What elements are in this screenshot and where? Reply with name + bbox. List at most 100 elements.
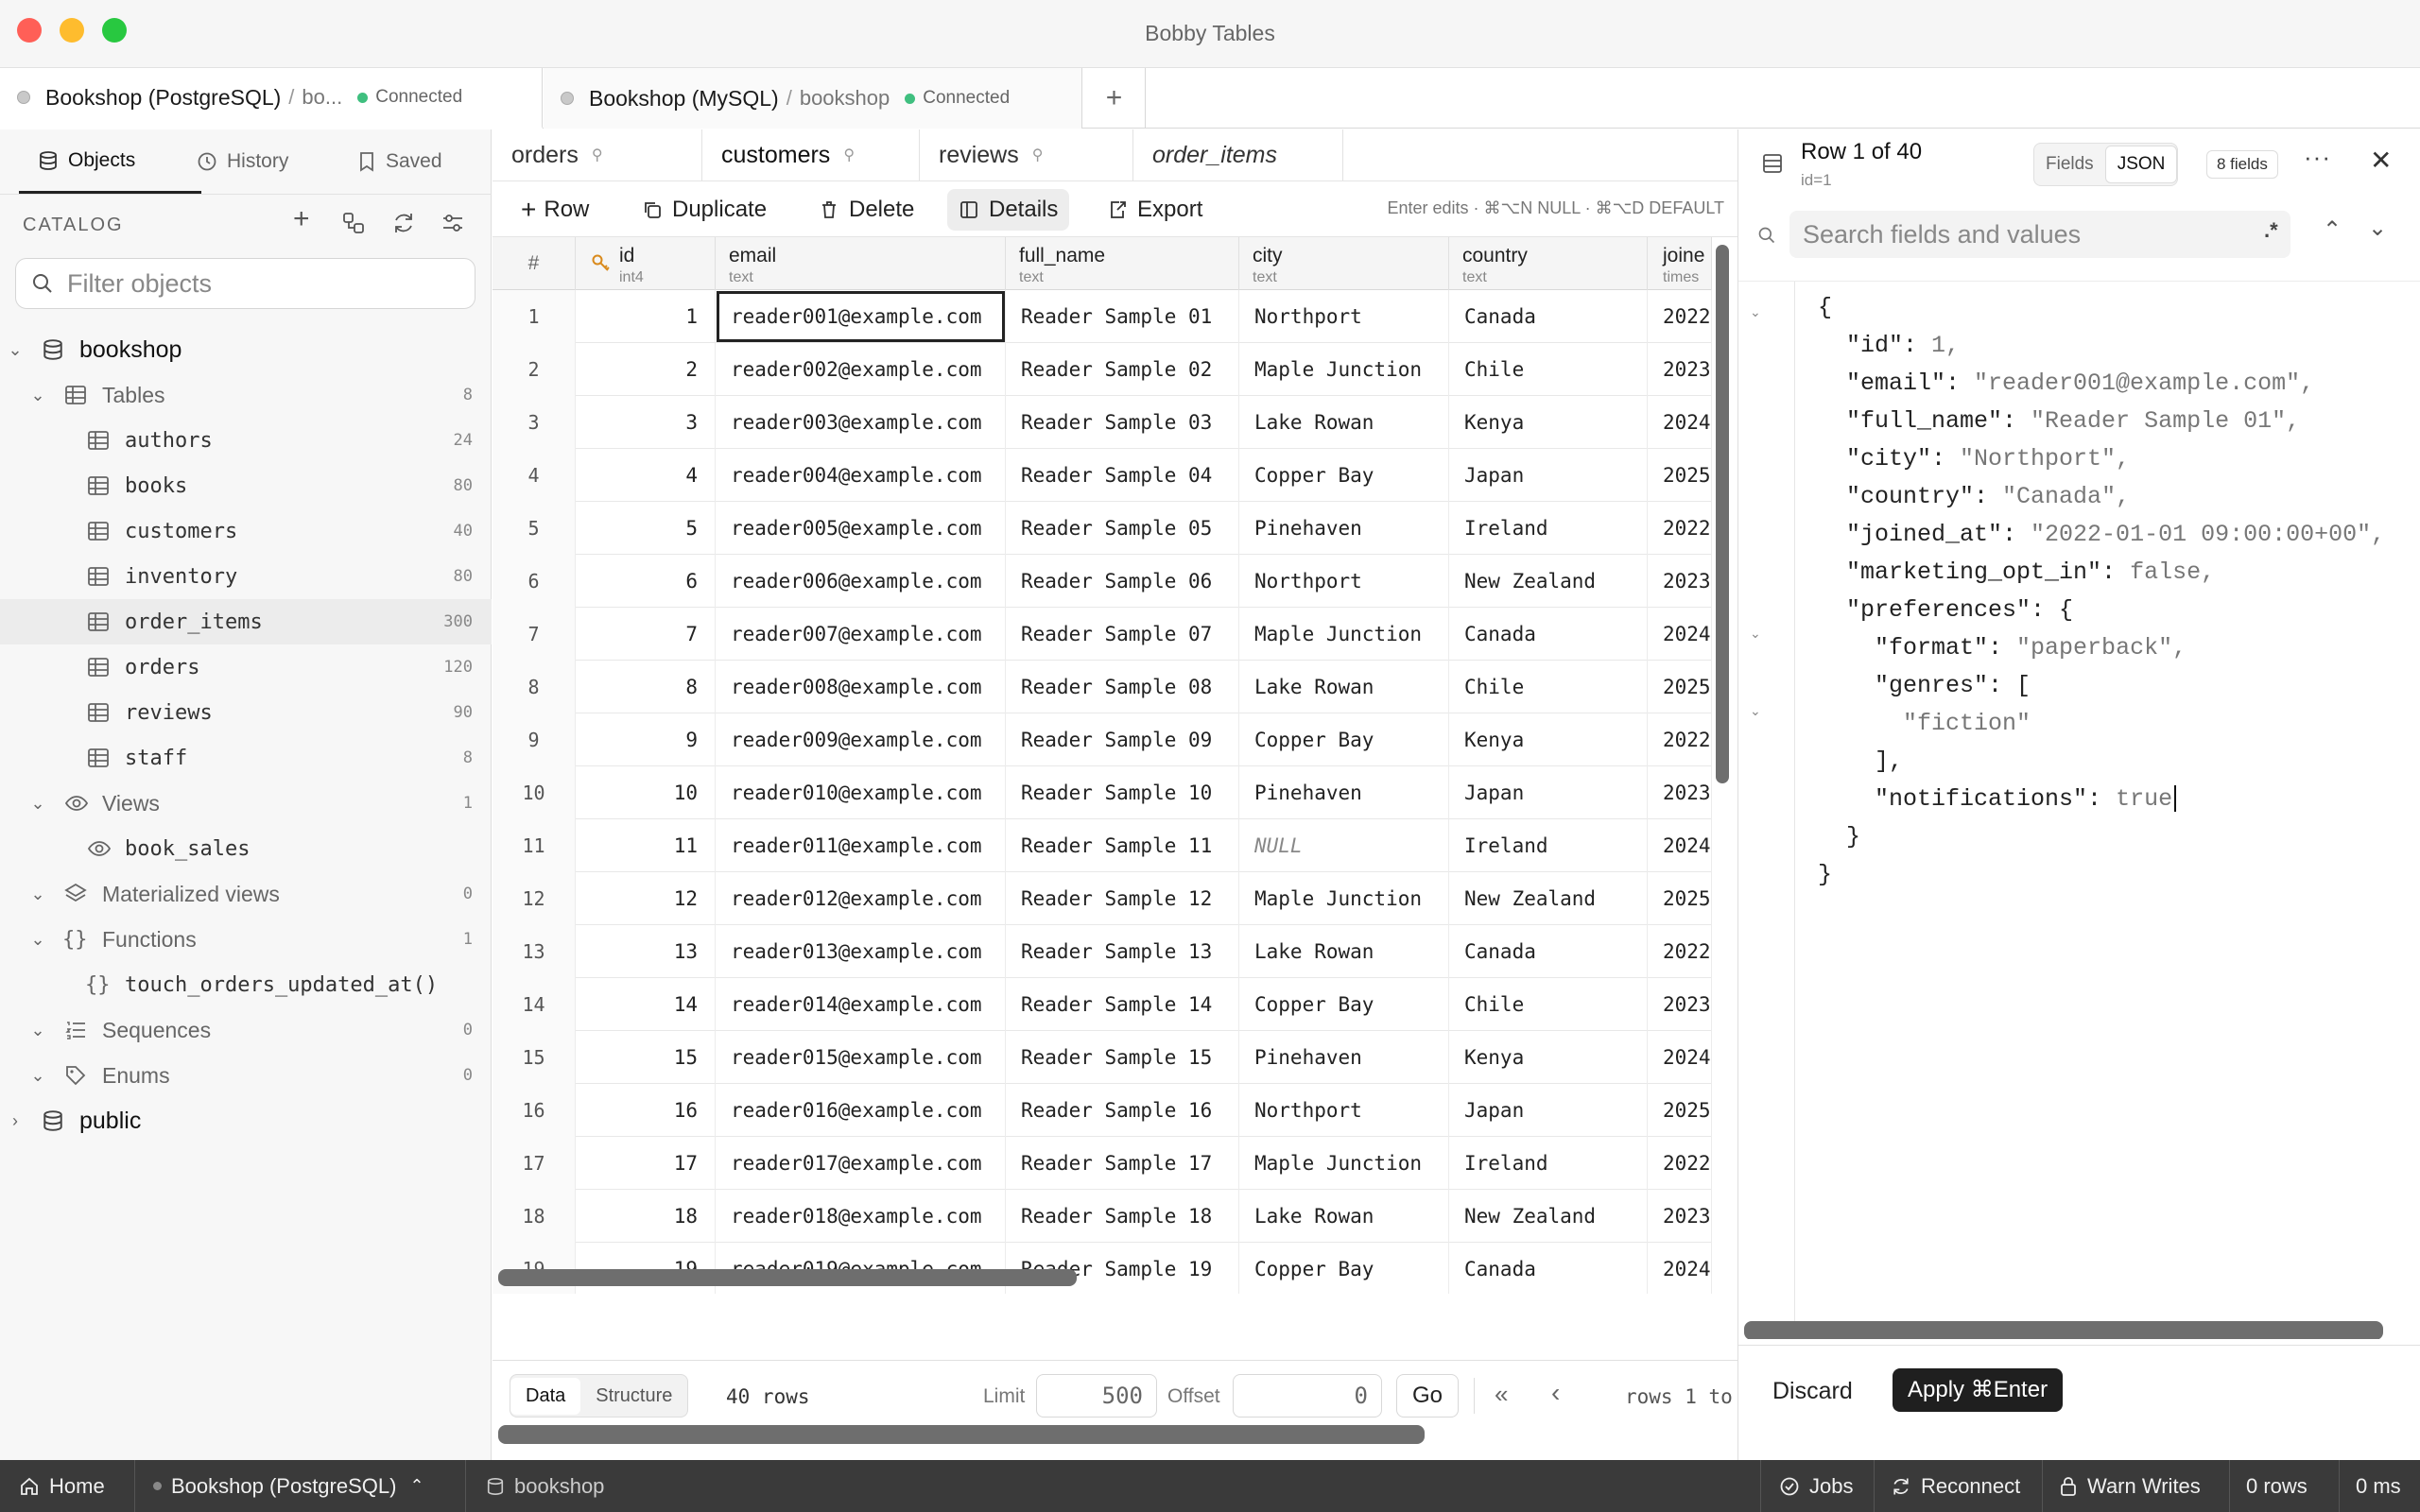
first-page-button[interactable]: « [1495, 1380, 1508, 1409]
table-row[interactable]: 5 5 reader005@example.com Reader Sample 05 P… [493, 502, 1712, 555]
id-cell[interactable]: 1 [576, 290, 716, 343]
go-button[interactable]: Go [1396, 1374, 1459, 1418]
id-cell[interactable]: 4 [576, 449, 716, 502]
joined-at-cell[interactable]: 2025 [1648, 661, 1712, 713]
duplicate-button[interactable]: Duplicate [631, 189, 778, 231]
pin-icon[interactable]: ⚲ [592, 146, 603, 164]
tree-group-sequences[interactable]: ⌄ Sequences 0 [0, 1007, 492, 1053]
more-icon[interactable]: ··· [2304, 143, 2331, 172]
tree-group-tables[interactable]: ⌄ Tables 8 [0, 372, 492, 418]
email-cell[interactable]: reader015@example.com [716, 1031, 1006, 1084]
search-fields-input[interactable] [1789, 211, 2290, 258]
fields-tab[interactable]: Fields [2034, 146, 2105, 182]
id-cell[interactable]: 2 [576, 343, 716, 396]
email-cell[interactable]: reader017@example.com [716, 1137, 1006, 1190]
city-cell[interactable]: Maple Junction [1239, 343, 1449, 396]
joined-at-cell[interactable]: 2023 [1648, 1190, 1712, 1243]
email-cell[interactable]: reader009@example.com [716, 713, 1006, 766]
prev-page-button[interactable]: ‹ [1551, 1378, 1560, 1408]
email-cell[interactable]: reader016@example.com [716, 1084, 1006, 1137]
city-cell[interactable]: Pinehaven [1239, 1031, 1449, 1084]
full-name-cell[interactable]: Reader Sample 09 [1006, 713, 1239, 766]
city-cell[interactable]: Maple Junction [1239, 1137, 1449, 1190]
structure-tab[interactable]: Structure [580, 1378, 687, 1415]
joined-at-cell[interactable]: 2025 [1648, 1084, 1712, 1137]
country-cell[interactable]: New Zealand [1449, 555, 1648, 608]
joined-at-cell[interactable]: 2023 [1648, 978, 1712, 1031]
country-cell[interactable]: Japan [1449, 766, 1648, 819]
table-row[interactable]: 10 10 reader010@example.com Reader Sample 1… [493, 766, 1712, 819]
city-cell[interactable]: Northport [1239, 555, 1449, 608]
tree-database-bookshop[interactable]: ⌄ bookshop [0, 327, 492, 372]
tree-database-public[interactable]: › public [0, 1098, 492, 1143]
full-name-cell[interactable]: Reader Sample 02 [1006, 343, 1239, 396]
country-cell[interactable]: Canada [1449, 608, 1648, 661]
full-name-cell[interactable]: Reader Sample 05 [1006, 502, 1239, 555]
table-row[interactable]: 16 16 reader016@example.com Reader Sample 1… [493, 1084, 1712, 1137]
pin-icon[interactable]: ⚲ [843, 146, 855, 164]
full-name-cell[interactable]: Reader Sample 13 [1006, 925, 1239, 978]
full-name-cell[interactable]: Reader Sample 17 [1006, 1137, 1239, 1190]
close-icon[interactable]: ✕ [2370, 145, 2392, 176]
joined-at-cell[interactable]: 2022 [1648, 925, 1712, 978]
country-cell[interactable]: Canada [1449, 1243, 1648, 1294]
id-cell[interactable]: 15 [576, 1031, 716, 1084]
joined-at-cell[interactable]: 2023 [1648, 343, 1712, 396]
minimize-window-button[interactable] [60, 18, 84, 43]
full-name-cell[interactable]: Reader Sample 04 [1006, 449, 1239, 502]
tree-table-authors[interactable]: authors 24 [0, 418, 492, 463]
joined-at-cell[interactable]: 2024 [1648, 819, 1712, 872]
email-cell[interactable]: reader010@example.com [716, 766, 1006, 819]
apply-button[interactable]: Apply ⌘Enter [1893, 1368, 2064, 1412]
fold-chevron-icon[interactable]: ⌄ [1750, 626, 1761, 642]
joined-at-cell[interactable]: 2022 [1648, 713, 1712, 766]
column-header-full-name[interactable]: full_name text [1006, 237, 1239, 290]
full-name-cell[interactable]: Reader Sample 14 [1006, 978, 1239, 1031]
table-row[interactable]: 17 17 reader017@example.com Reader Sample 1… [493, 1137, 1712, 1190]
table-row[interactable]: 3 3 reader003@example.com Reader Sample 03 L… [493, 396, 1712, 449]
email-cell[interactable]: reader005@example.com [716, 502, 1006, 555]
joined-at-cell[interactable]: 2022 [1648, 1137, 1712, 1190]
country-cell[interactable]: Chile [1449, 343, 1648, 396]
joined-at-cell[interactable]: 2024 [1648, 1243, 1712, 1294]
city-cell[interactable]: Pinehaven [1239, 766, 1449, 819]
city-cell[interactable]: Lake Rowan [1239, 661, 1449, 713]
id-cell[interactable]: 12 [576, 872, 716, 925]
discard-button[interactable]: Discard [1772, 1378, 1853, 1405]
reconnect-button[interactable]: Reconnect [1891, 1460, 2020, 1512]
tree-view-book-sales[interactable]: book_sales [0, 826, 492, 871]
tab-history[interactable]: History [197, 129, 310, 194]
city-cell[interactable]: Copper Bay [1239, 713, 1449, 766]
id-cell[interactable]: 14 [576, 978, 716, 1031]
full-name-cell[interactable]: Reader Sample 10 [1006, 766, 1239, 819]
add-object-button[interactable]: + [293, 203, 310, 235]
horizontal-scrollbar[interactable] [498, 1269, 1077, 1286]
table-row[interactable]: 2 2 reader002@example.com Reader Sample 02 M… [493, 343, 1712, 396]
diagram-icon[interactable] [341, 211, 366, 235]
json-horizontal-scrollbar[interactable] [1744, 1321, 2383, 1339]
full-name-cell[interactable]: Reader Sample 18 [1006, 1190, 1239, 1243]
table-row[interactable]: 18 18 reader018@example.com Reader Sample 1… [493, 1190, 1712, 1243]
tree-group-views[interactable]: ⌄ Views 1 [0, 781, 492, 826]
id-cell[interactable]: 16 [576, 1084, 716, 1137]
column-header-country[interactable]: country text [1449, 237, 1648, 290]
id-cell[interactable]: 18 [576, 1190, 716, 1243]
full-name-cell[interactable]: Reader Sample 08 [1006, 661, 1239, 713]
tree-table-customers[interactable]: customers 40 [0, 508, 492, 554]
chevron-up-icon[interactable]: ⌃ [2323, 216, 2342, 244]
city-cell[interactable]: Copper Bay [1239, 978, 1449, 1031]
tab-customers[interactable]: customers ⚲ [702, 129, 920, 180]
joined-at-cell[interactable]: 2024 [1648, 1031, 1712, 1084]
connection-switcher[interactable]: Bookshop (PostgreSQL) ⌃ [153, 1460, 424, 1512]
tree-group-matviews[interactable]: ⌄ Materialized views 0 [0, 871, 492, 917]
country-cell[interactable]: New Zealand [1449, 872, 1648, 925]
filter-objects-field[interactable] [15, 258, 475, 309]
delete-button[interactable]: Delete [807, 189, 925, 231]
country-cell[interactable]: Kenya [1449, 396, 1648, 449]
city-cell[interactable]: Lake Rowan [1239, 1190, 1449, 1243]
column-header-email[interactable]: email text [716, 237, 1006, 290]
country-cell[interactable]: Kenya [1449, 1031, 1648, 1084]
country-cell[interactable]: Ireland [1449, 502, 1648, 555]
table-row[interactable]: 15 15 reader015@example.com Reader Sample 1… [493, 1031, 1712, 1084]
table-row[interactable]: 8 8 reader008@example.com Reader Sample 08 L… [493, 661, 1712, 713]
